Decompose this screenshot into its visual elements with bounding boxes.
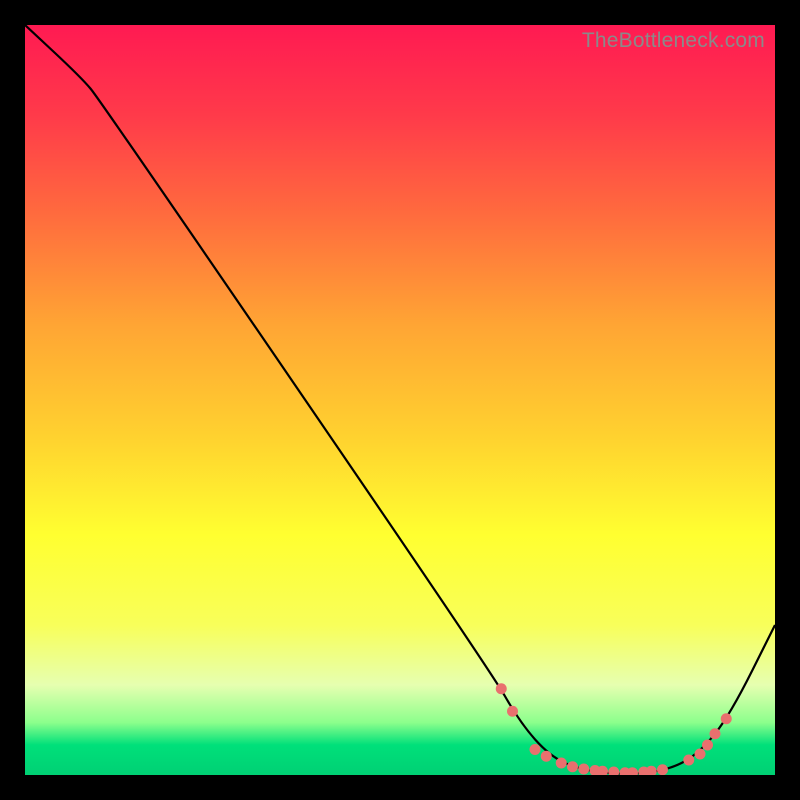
chart-marker (567, 761, 578, 772)
chart-marker (507, 706, 518, 717)
chart-marker (530, 744, 541, 755)
chart-marker (695, 749, 706, 760)
chart-frame: TheBottleneck.com (25, 25, 775, 775)
chart-canvas (25, 25, 775, 775)
chart-marker (541, 751, 552, 762)
chart-marker (710, 728, 721, 739)
chart-marker (702, 740, 713, 751)
chart-background (25, 25, 775, 775)
watermark-text: TheBottleneck.com (582, 29, 765, 53)
chart-marker (578, 764, 589, 775)
chart-marker (556, 758, 567, 769)
chart-marker (683, 755, 694, 766)
chart-marker (721, 713, 732, 724)
chart-marker (657, 764, 668, 775)
chart-marker (496, 683, 507, 694)
